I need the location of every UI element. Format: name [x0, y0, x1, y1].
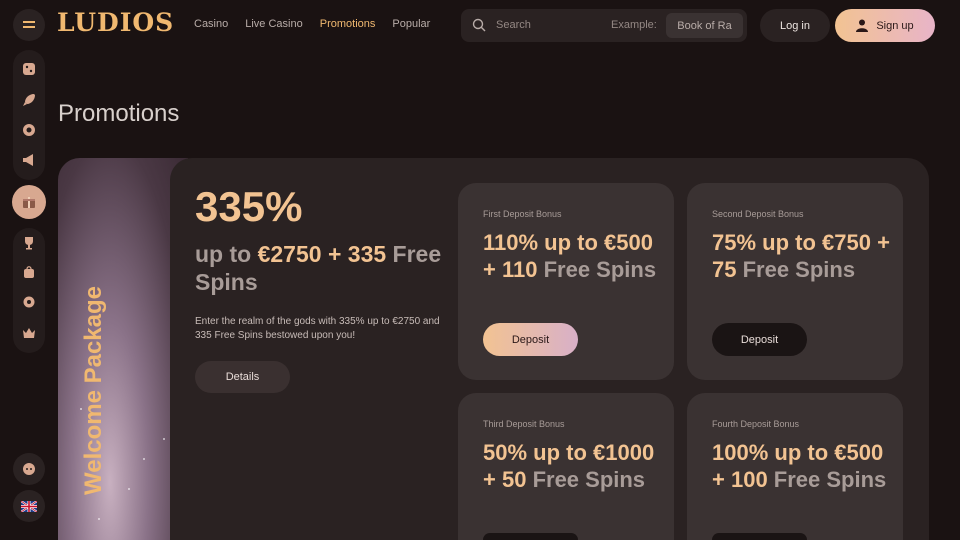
gift-icon[interactable]: [12, 185, 46, 219]
deposit-button[interactable]: [483, 533, 578, 540]
bonus-card-third: Third Deposit Bonus 50% up to €1000 + 50…: [458, 393, 674, 540]
search-icon: [472, 18, 486, 32]
chat-button[interactable]: [13, 453, 45, 485]
search-example-chip[interactable]: Book of Ra: [666, 13, 743, 38]
dice-icon[interactable]: [21, 61, 37, 77]
bonus-card-fourth: Fourth Deposit Bonus 100% up to €500 + 1…: [687, 393, 903, 540]
welcome-percent: 335%: [195, 183, 303, 230]
deposit-button[interactable]: Deposit: [712, 323, 807, 356]
login-button[interactable]: Log in: [760, 9, 830, 42]
signup-button[interactable]: Sign up: [835, 9, 935, 42]
hamburger-icon: [23, 21, 35, 28]
menu-button[interactable]: [13, 9, 45, 41]
bonus-card-offer: 75% up to €750 + 75 Free Spins: [712, 230, 890, 282]
details-button[interactable]: Details: [195, 361, 290, 393]
bag-icon[interactable]: [21, 264, 37, 280]
megaphone-icon[interactable]: [21, 152, 37, 168]
uk-flag-icon: [21, 500, 37, 512]
nav-popular[interactable]: Popular: [392, 18, 430, 30]
deposit-button[interactable]: Deposit: [483, 323, 578, 356]
nav-promotions[interactable]: Promotions: [320, 18, 376, 30]
welcome-description: Enter the realm of the gods with 335% up…: [195, 316, 440, 341]
bonus-card-offer: 50% up to €1000 + 50 Free Spins: [483, 440, 655, 492]
language-button[interactable]: [13, 490, 45, 522]
welcome-banner-image: [58, 158, 188, 540]
bonus-card-second: Second Deposit Bonus 75% up to €750 + 75…: [687, 183, 903, 380]
search-example-label: Example:: [611, 19, 657, 31]
bonus-card-label: Second Deposit Bonus: [712, 209, 804, 219]
nav-live-casino[interactable]: Live Casino: [245, 18, 302, 30]
search-placeholder: Search: [496, 19, 531, 31]
poker-chip-icon[interactable]: [21, 122, 37, 138]
bonus-card-first: First Deposit Bonus 110% up to €500 + 11…: [458, 183, 674, 380]
chat-icon: [23, 463, 35, 475]
bonus-card-label: First Deposit Bonus: [483, 209, 562, 219]
page-title: Promotions: [58, 100, 180, 127]
trophy-icon[interactable]: [21, 235, 37, 251]
welcome-package-label: Welcome Package: [80, 285, 107, 495]
user-icon: [856, 19, 869, 32]
search-input[interactable]: Search Example: Book of Ra: [461, 9, 747, 42]
top-header: LUDIOS Casino Live Casino Promotions Pop…: [0, 0, 960, 50]
bonus-card-label: Third Deposit Bonus: [483, 419, 565, 429]
nav-casino[interactable]: Casino: [194, 18, 228, 30]
deposit-button[interactable]: [712, 533, 807, 540]
site-logo[interactable]: LUDIOS: [57, 8, 174, 37]
gear-icon[interactable]: [21, 294, 37, 310]
welcome-offer: up to €2750 + 335 Free Spins: [195, 241, 442, 295]
signup-label: Sign up: [876, 19, 914, 32]
bonus-card-offer: 110% up to €500 + 110 Free Spins: [483, 230, 657, 282]
main-nav: Casino Live Casino Promotions Popular: [194, 18, 430, 30]
rocket-icon[interactable]: [21, 92, 37, 108]
crown-icon[interactable]: [21, 325, 37, 341]
bonus-card-offer: 100% up to €500 + 100 Free Spins: [712, 440, 887, 492]
bonus-card-label: Fourth Deposit Bonus: [712, 419, 800, 429]
